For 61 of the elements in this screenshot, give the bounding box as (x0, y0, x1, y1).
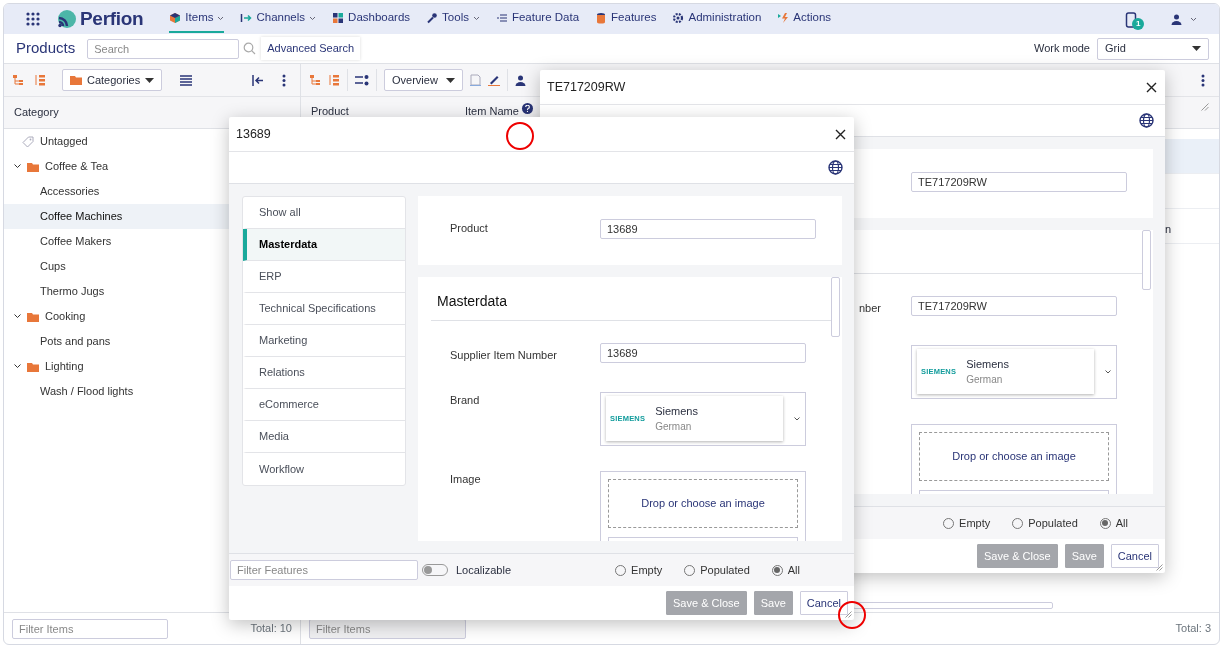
tree-item[interactable]: Coffee & Tea (4, 154, 300, 179)
section-tab[interactable]: Relations (243, 357, 405, 389)
section-tab[interactable]: Technical Specifications (243, 293, 405, 325)
total-count: Total: 3 (1175, 621, 1211, 637)
advanced-search-button[interactable]: Advanced Search (261, 37, 361, 60)
image-drop-zone[interactable]: Drop or choose an image (919, 431, 1109, 481)
radio-option[interactable]: All (771, 561, 800, 579)
field-label: Image (450, 472, 481, 485)
column-header: Product (311, 104, 350, 119)
dialog-title: 13689 (236, 125, 271, 143)
nav-menu-item[interactable]: Features (595, 5, 657, 33)
section-tab[interactable]: Masterdata (243, 229, 405, 261)
notification-badge: 1 (1132, 18, 1145, 31)
view-select[interactable]: Overview (384, 69, 463, 91)
nav-menu-item[interactable]: Administration (672, 5, 762, 33)
product-field[interactable]: 13689 (600, 218, 816, 239)
nav-menu-item[interactable]: Actions (777, 5, 832, 33)
page-title: Products (16, 38, 76, 59)
field-label: Supplier Item Number (450, 349, 557, 361)
category-view-select[interactable]: Categories (62, 69, 163, 91)
radio-option[interactable]: Empty (615, 561, 663, 579)
radio-option[interactable]: Populated (1012, 514, 1078, 532)
filter-items-field[interactable]: Filter Items (309, 618, 466, 639)
product-field[interactable]: TE717209RW (911, 171, 1127, 192)
brand-language: German (966, 373, 1004, 388)
work-mode-select[interactable]: Grid (1097, 37, 1209, 60)
dialog-button[interactable]: Cancel (799, 590, 848, 616)
radio-option[interactable]: All (1099, 514, 1128, 532)
radio-option[interactable]: Populated (684, 561, 750, 579)
column-header: Item Name (465, 104, 519, 119)
filter-features-field[interactable]: Filter Features (230, 560, 418, 580)
nav-menu-item[interactable]: Channels (240, 5, 317, 33)
brand-logo: Perfion (56, 4, 144, 34)
radio-option[interactable]: Empty (943, 514, 991, 532)
toggle-label: Localizable (456, 562, 512, 578)
total-count: Total: 10 (250, 621, 292, 637)
filter-items-field[interactable]: Filter Items (12, 618, 168, 639)
nav-menu-item[interactable]: Tools (426, 5, 480, 33)
image-drop-zone[interactable]: Drop or choose an image (608, 478, 798, 528)
section-tab[interactable]: Workflow (243, 453, 405, 485)
group-title: Masterdata (437, 293, 508, 309)
brand-name: Siemens (655, 403, 698, 419)
field-label: Brand (450, 393, 480, 406)
field-label: nber (858, 302, 881, 314)
dialog-title: TE717209RW (547, 78, 626, 96)
section-tab[interactable]: eCommerce (243, 389, 405, 421)
section-tab[interactable]: Marketing (243, 325, 405, 357)
nav-menu-item[interactable]: Feature Data (495, 5, 580, 33)
nav-menu-item[interactable]: Dashboards (332, 5, 411, 33)
brand-language: German (655, 420, 693, 435)
search-field[interactable]: Search (87, 38, 240, 59)
section-tab[interactable]: ERP (243, 261, 405, 293)
text-field[interactable]: 13689 (600, 343, 806, 363)
dialog-button[interactable]: Cancel (1110, 543, 1159, 569)
field-label: Product (450, 221, 489, 236)
work-mode-label: Work mode (1033, 41, 1090, 57)
brand-name: Siemens (966, 356, 1009, 372)
text-field[interactable]: TE717209RW (911, 296, 1117, 316)
nav-menu-item[interactable]: Items (169, 5, 225, 33)
section-tab[interactable]: Media (243, 421, 405, 453)
column-header: Category (14, 105, 59, 121)
